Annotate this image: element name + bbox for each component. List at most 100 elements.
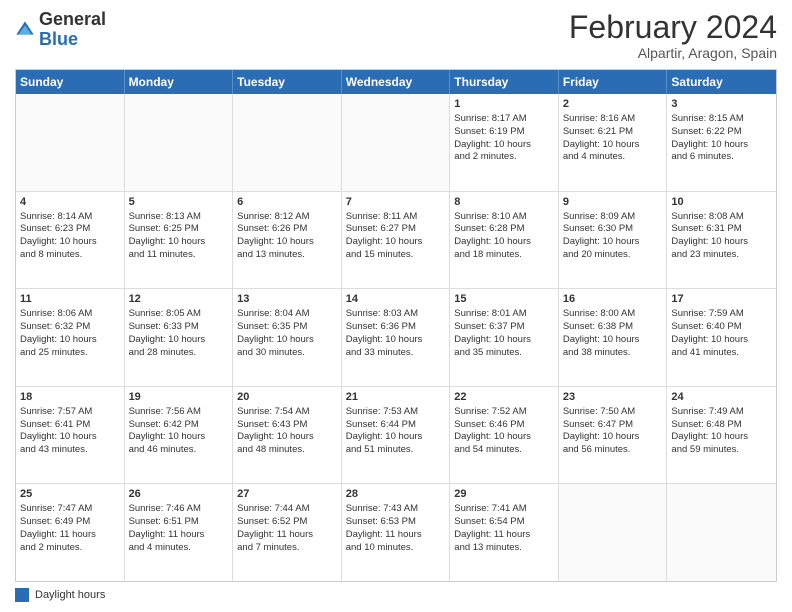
day-info-line: and 2 minutes. [20, 542, 120, 555]
day-number: 25 [20, 487, 120, 502]
day-info-line: and 38 minutes. [563, 347, 663, 360]
calendar-day-cell: 27Sunrise: 7:44 AMSunset: 6:52 PMDayligh… [233, 484, 342, 581]
day-info-line: and 56 minutes. [563, 444, 663, 457]
day-info-line: and 28 minutes. [129, 347, 229, 360]
day-info-line: Sunrise: 7:49 AM [671, 406, 772, 419]
calendar-day-cell: 21Sunrise: 7:53 AMSunset: 6:44 PMDayligh… [342, 387, 451, 484]
day-info-line: Daylight: 10 hours [454, 236, 554, 249]
calendar-day-cell: 17Sunrise: 7:59 AMSunset: 6:40 PMDayligh… [667, 289, 776, 386]
calendar-day-cell: 15Sunrise: 8:01 AMSunset: 6:37 PMDayligh… [450, 289, 559, 386]
calendar-day-cell: 25Sunrise: 7:47 AMSunset: 6:49 PMDayligh… [16, 484, 125, 581]
day-info-line: and 30 minutes. [237, 347, 337, 360]
calendar-header-cell: Friday [559, 70, 668, 94]
calendar-day-cell: 18Sunrise: 7:57 AMSunset: 6:41 PMDayligh… [16, 387, 125, 484]
calendar-day-cell: 26Sunrise: 7:46 AMSunset: 6:51 PMDayligh… [125, 484, 234, 581]
day-info-line: and 15 minutes. [346, 249, 446, 262]
day-info-line: and 23 minutes. [671, 249, 772, 262]
day-info-line: Sunrise: 8:12 AM [237, 211, 337, 224]
calendar-day-cell: 19Sunrise: 7:56 AMSunset: 6:42 PMDayligh… [125, 387, 234, 484]
day-info-line: Sunset: 6:38 PM [563, 321, 663, 334]
day-number: 4 [20, 195, 120, 210]
day-info-line: Daylight: 10 hours [346, 334, 446, 347]
legend-color-box [15, 588, 29, 602]
day-info-line: Daylight: 11 hours [454, 529, 554, 542]
day-info-line: and 35 minutes. [454, 347, 554, 360]
day-info-line: Daylight: 10 hours [237, 236, 337, 249]
day-number: 5 [129, 195, 229, 210]
day-info-line: Daylight: 10 hours [20, 236, 120, 249]
day-info-line: Sunrise: 8:05 AM [129, 308, 229, 321]
day-info-line: Daylight: 10 hours [20, 334, 120, 347]
day-info-line: Daylight: 10 hours [563, 334, 663, 347]
day-info-line: Sunrise: 8:11 AM [346, 211, 446, 224]
calendar-day-cell [233, 94, 342, 191]
calendar-week-row: 4Sunrise: 8:14 AMSunset: 6:23 PMDaylight… [16, 192, 776, 290]
calendar-day-cell [559, 484, 668, 581]
day-info-line: and 33 minutes. [346, 347, 446, 360]
calendar-header-cell: Wednesday [342, 70, 451, 94]
logo-general-text: General [39, 10, 106, 30]
day-info-line: Sunrise: 8:00 AM [563, 308, 663, 321]
calendar-day-cell: 20Sunrise: 7:54 AMSunset: 6:43 PMDayligh… [233, 387, 342, 484]
day-info-line: Sunrise: 7:47 AM [20, 503, 120, 516]
day-info-line: and 11 minutes. [129, 249, 229, 262]
day-info-line: Daylight: 11 hours [20, 529, 120, 542]
calendar-week-row: 11Sunrise: 8:06 AMSunset: 6:32 PMDayligh… [16, 289, 776, 387]
day-number: 9 [563, 195, 663, 210]
day-number: 15 [454, 292, 554, 307]
day-info-line: Sunset: 6:53 PM [346, 516, 446, 529]
day-info-line: Sunrise: 7:46 AM [129, 503, 229, 516]
day-info-line: Sunset: 6:46 PM [454, 419, 554, 432]
day-info-line: Sunrise: 8:08 AM [671, 211, 772, 224]
day-info-line: Sunrise: 7:50 AM [563, 406, 663, 419]
day-info-line: and 41 minutes. [671, 347, 772, 360]
day-info-line: Daylight: 10 hours [671, 431, 772, 444]
day-info-line: and 25 minutes. [20, 347, 120, 360]
day-info-line: Sunset: 6:42 PM [129, 419, 229, 432]
day-number: 7 [346, 195, 446, 210]
page: General Blue February 2024 Alpartir, Ara… [0, 0, 792, 612]
calendar-day-cell: 29Sunrise: 7:41 AMSunset: 6:54 PMDayligh… [450, 484, 559, 581]
day-info-line: Sunset: 6:36 PM [346, 321, 446, 334]
day-info-line: Daylight: 10 hours [671, 139, 772, 152]
calendar-day-cell [667, 484, 776, 581]
day-info-line: and 4 minutes. [129, 542, 229, 555]
day-number: 8 [454, 195, 554, 210]
calendar-day-cell: 14Sunrise: 8:03 AMSunset: 6:36 PMDayligh… [342, 289, 451, 386]
day-number: 24 [671, 390, 772, 405]
header: General Blue February 2024 Alpartir, Ara… [15, 10, 777, 61]
calendar-day-cell [16, 94, 125, 191]
day-info-line: Sunset: 6:30 PM [563, 223, 663, 236]
day-info-line: and 13 minutes. [454, 542, 554, 555]
day-number: 16 [563, 292, 663, 307]
calendar-day-cell: 10Sunrise: 8:08 AMSunset: 6:31 PMDayligh… [667, 192, 776, 289]
day-info-line: Daylight: 10 hours [346, 236, 446, 249]
day-info-line: Daylight: 10 hours [237, 431, 337, 444]
calendar-day-cell: 9Sunrise: 8:09 AMSunset: 6:30 PMDaylight… [559, 192, 668, 289]
day-number: 12 [129, 292, 229, 307]
day-info-line: Sunrise: 7:54 AM [237, 406, 337, 419]
calendar-day-cell: 16Sunrise: 8:00 AMSunset: 6:38 PMDayligh… [559, 289, 668, 386]
day-info-line: and 6 minutes. [671, 151, 772, 164]
day-info-line: Sunrise: 8:14 AM [20, 211, 120, 224]
calendar-header-cell: Thursday [450, 70, 559, 94]
day-number: 21 [346, 390, 446, 405]
day-info-line: Sunset: 6:44 PM [346, 419, 446, 432]
calendar-week-row: 1Sunrise: 8:17 AMSunset: 6:19 PMDaylight… [16, 94, 776, 192]
day-info-line: Sunset: 6:51 PM [129, 516, 229, 529]
day-number: 29 [454, 487, 554, 502]
legend-label: Daylight hours [35, 589, 105, 601]
day-number: 2 [563, 97, 663, 112]
day-info-line: Daylight: 10 hours [671, 334, 772, 347]
day-info-line: and 18 minutes. [454, 249, 554, 262]
day-info-line: Daylight: 10 hours [563, 431, 663, 444]
logo: General Blue [15, 10, 106, 50]
calendar-header-cell: Monday [125, 70, 234, 94]
day-info-line: and 20 minutes. [563, 249, 663, 262]
day-info-line: and 51 minutes. [346, 444, 446, 457]
day-info-line: Sunrise: 7:41 AM [454, 503, 554, 516]
day-info-line: Sunset: 6:19 PM [454, 126, 554, 139]
day-number: 20 [237, 390, 337, 405]
day-info-line: Daylight: 11 hours [129, 529, 229, 542]
day-info-line: Sunrise: 8:17 AM [454, 113, 554, 126]
